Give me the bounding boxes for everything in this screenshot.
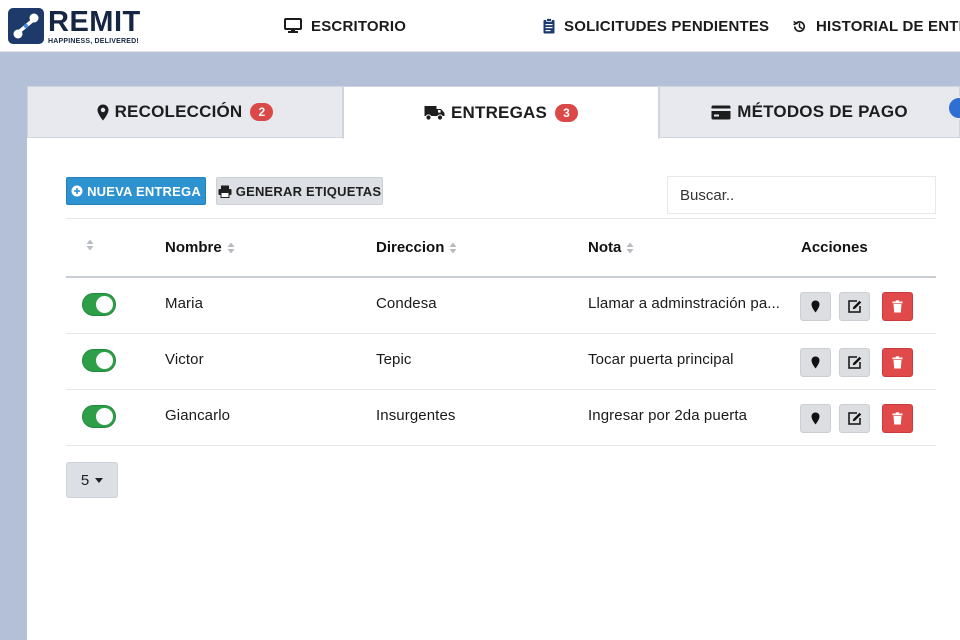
direccion-column-header[interactable]: Direccion xyxy=(376,239,457,256)
sort-icon xyxy=(626,242,634,253)
nav-escritorio-label: ESCRITORIO xyxy=(311,17,407,35)
entregas-count-badge: 3 xyxy=(555,104,579,122)
nombre-header-label: Nombre xyxy=(165,239,222,256)
map-marker-icon xyxy=(811,356,820,369)
location-button[interactable] xyxy=(800,292,831,321)
location-button[interactable] xyxy=(800,348,831,377)
search-input[interactable] xyxy=(667,176,936,214)
status-column-header[interactable] xyxy=(81,239,94,251)
table-row: Giancarlo Insurgentes Ingresar por 2da p… xyxy=(66,390,936,446)
tab-recoleccion[interactable]: RECOLECCIÓN 2 xyxy=(27,86,343,138)
table-row: Victor Tepic Tocar puerta principal xyxy=(66,334,936,390)
top-navbar: REMIT HAPPINESS, DELIVERED! ESCRITORIO S… xyxy=(0,0,960,52)
delete-button[interactable] xyxy=(882,404,913,433)
brand-logo[interactable]: REMIT HAPPINESS, DELIVERED! xyxy=(8,7,141,45)
sort-icon xyxy=(227,242,235,253)
edit-button[interactable] xyxy=(839,292,870,321)
generar-etiquetas-label: GENERAR ETIQUETAS xyxy=(235,183,382,199)
recoleccion-count-badge: 2 xyxy=(250,103,274,121)
nav-solicitudes-pendientes[interactable]: SOLICITUDES PENDIENTES xyxy=(543,14,769,38)
edit-icon xyxy=(847,356,861,369)
cell-nota: Tocar puerta principal xyxy=(588,351,734,368)
deliveries-card: RECOLECCIÓN 2 ENTREGAS 3 MÉTODOS DE PAGO xyxy=(27,86,960,640)
deliveries-table: Nombre Direccion Nota Acciones Maria Con… xyxy=(66,218,936,446)
table-header: Nombre Direccion Nota Acciones xyxy=(66,218,936,278)
tab-entregas[interactable]: ENTREGAS 3 xyxy=(343,86,659,139)
cell-nota: Llamar a adminstración pa... xyxy=(588,295,781,312)
sort-icon xyxy=(449,242,457,253)
credit-card-icon xyxy=(711,105,731,119)
nueva-entrega-button[interactable]: NUEVA ENTREGA xyxy=(66,177,206,205)
page-size-value: 5 xyxy=(80,471,90,489)
truck-icon xyxy=(424,106,445,121)
trash-icon xyxy=(892,300,903,313)
cell-direccion: Condesa xyxy=(376,295,437,312)
nueva-entrega-label: NUEVA ENTREGA xyxy=(87,183,201,199)
tab-entregas-label: ENTREGAS xyxy=(450,103,548,122)
map-marker-icon xyxy=(811,300,820,313)
acciones-header-label: Acciones xyxy=(801,239,868,256)
plus-circle-icon xyxy=(71,185,83,197)
tab-metodos-de-pago[interactable]: MÉTODOS DE PAGO xyxy=(659,86,960,138)
cell-direccion: Insurgentes xyxy=(376,407,456,424)
printer-icon xyxy=(218,185,232,198)
nota-header-label: Nota xyxy=(588,239,622,256)
cell-nota: Ingresar por 2da puerta xyxy=(588,407,748,424)
location-button[interactable] xyxy=(800,404,831,433)
delete-button[interactable] xyxy=(882,292,913,321)
direccion-header-label: Direccion xyxy=(376,239,445,256)
nav-solicitudes-label: SOLICITUDES PENDIENTES xyxy=(564,17,770,35)
acciones-column-header: Acciones xyxy=(801,239,868,256)
nav-escritorio[interactable]: ESCRITORIO xyxy=(284,14,406,38)
cell-nombre: Giancarlo xyxy=(165,407,231,424)
nota-column-header[interactable]: Nota xyxy=(588,239,634,256)
edit-button[interactable] xyxy=(839,404,870,433)
tab-metodos-label: MÉTODOS DE PAGO xyxy=(737,102,908,121)
history-icon xyxy=(793,20,805,32)
edit-icon xyxy=(847,412,861,425)
logo-mark-icon xyxy=(8,8,44,44)
map-marker-icon xyxy=(97,104,109,120)
active-toggle[interactable] xyxy=(82,405,116,428)
nav-historial[interactable]: HISTORIAL DE ENTR xyxy=(792,14,960,38)
map-marker-icon xyxy=(811,412,820,425)
table-row: Maria Condesa Llamar a adminstración pa.… xyxy=(66,278,936,334)
monitor-icon xyxy=(284,18,302,33)
tab-recoleccion-label: RECOLECCIÓN xyxy=(114,102,243,121)
page-size-dropdown[interactable]: 5 xyxy=(66,462,118,498)
edit-icon xyxy=(847,300,861,313)
active-toggle[interactable] xyxy=(82,349,116,372)
edit-button[interactable] xyxy=(839,348,870,377)
cell-nombre: Maria xyxy=(165,295,204,312)
caret-down-icon xyxy=(95,477,104,483)
cell-direccion: Tepic xyxy=(376,351,412,368)
nav-historial-label: HISTORIAL DE ENTR xyxy=(816,17,960,35)
tab-bar: RECOLECCIÓN 2 ENTREGAS 3 MÉTODOS DE PAGO xyxy=(27,86,960,139)
generar-etiquetas-button[interactable]: GENERAR ETIQUETAS xyxy=(216,177,383,205)
clipboard-icon xyxy=(543,18,555,34)
trash-icon xyxy=(892,412,903,425)
sort-icon xyxy=(86,239,94,251)
delete-button[interactable] xyxy=(882,348,913,377)
cell-nombre: Victor xyxy=(165,351,204,368)
nombre-column-header[interactable]: Nombre xyxy=(165,239,235,256)
active-toggle[interactable] xyxy=(82,293,116,316)
brand-name: REMIT xyxy=(48,5,141,38)
trash-icon xyxy=(892,356,903,369)
brand-tagline: HAPPINESS, DELIVERED! xyxy=(48,37,139,45)
